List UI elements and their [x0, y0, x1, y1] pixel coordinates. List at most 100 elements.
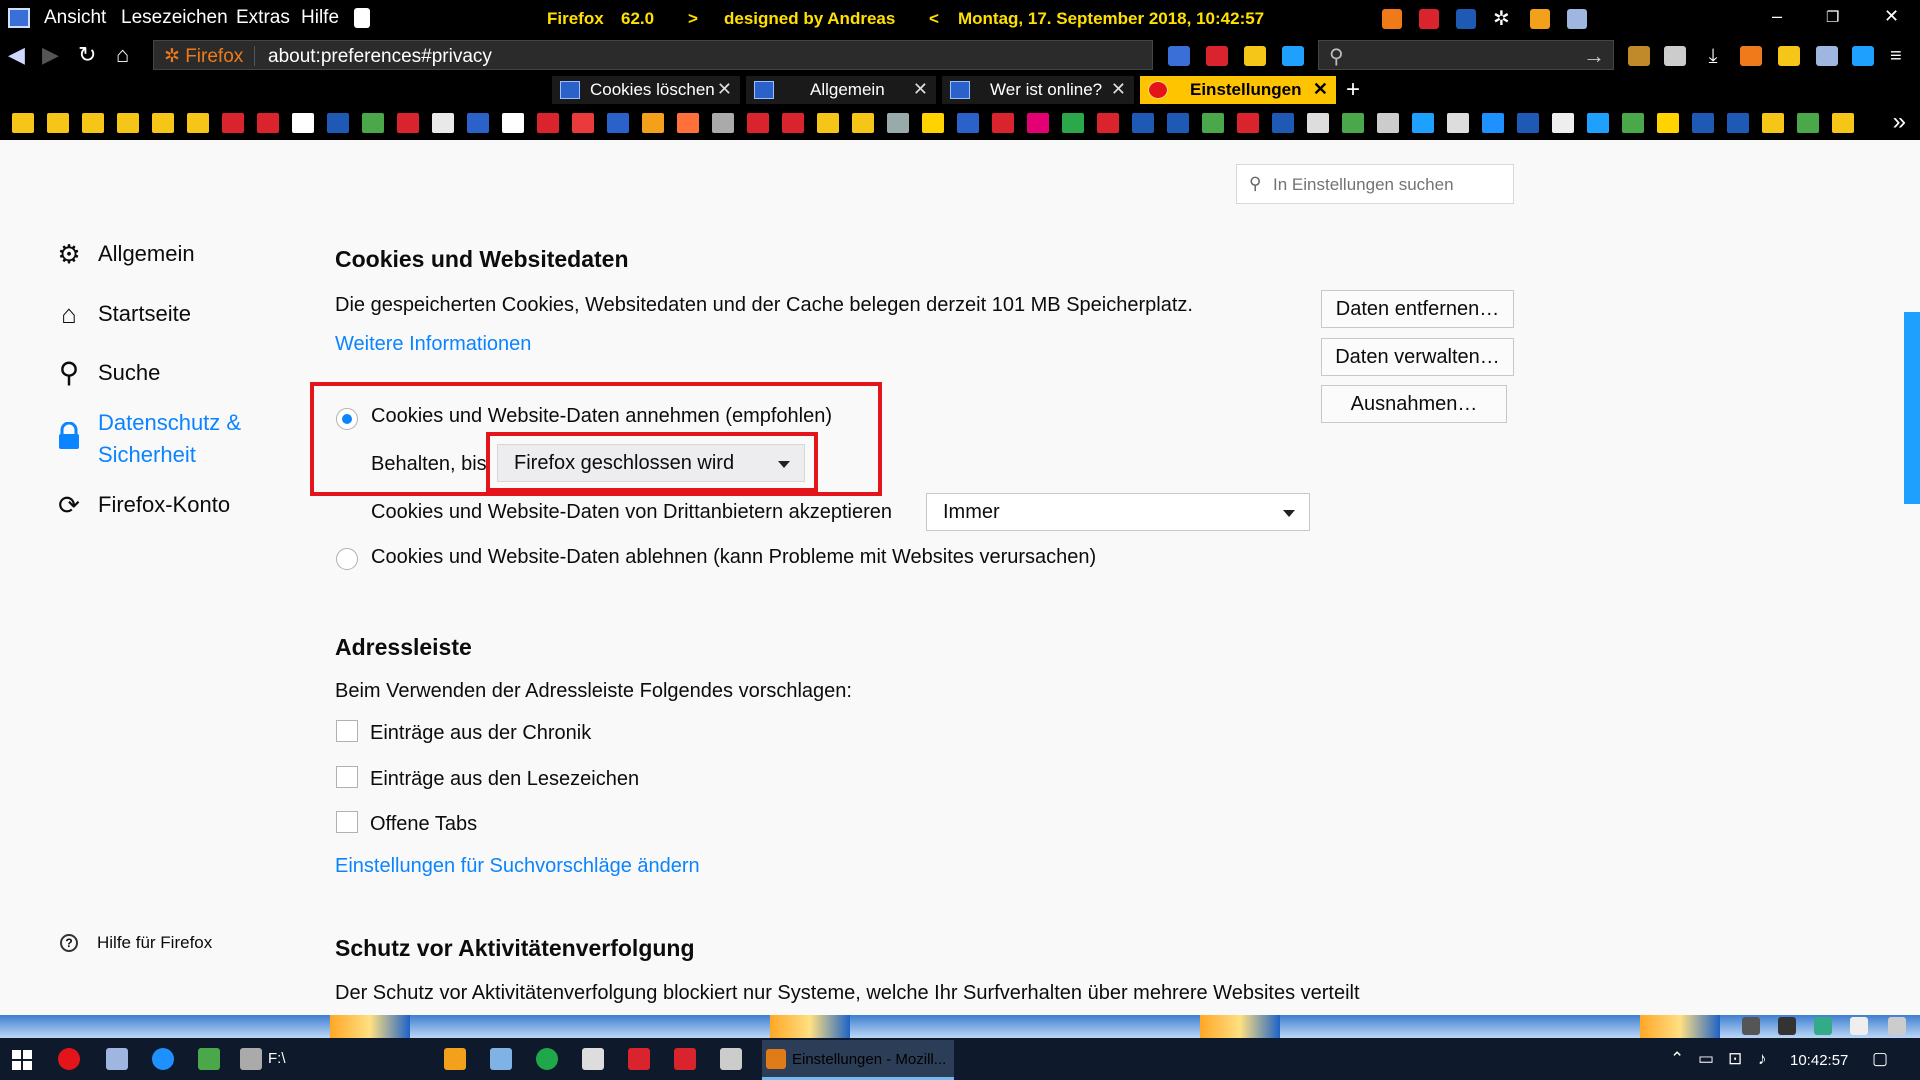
bookmark-icon[interactable] — [12, 113, 34, 133]
extension-icon[interactable] — [1382, 9, 1402, 29]
bookmark-icon[interactable] — [572, 113, 594, 133]
search-bar[interactable]: ⚲ → — [1318, 40, 1614, 70]
extension-icon[interactable] — [1567, 9, 1587, 29]
tab-wer-ist-online[interactable]: Wer ist online? ✕ — [942, 76, 1134, 104]
extension-icon[interactable] — [1742, 1017, 1760, 1035]
bookmark-icon[interactable] — [747, 113, 769, 133]
bookmark-icon[interactable] — [712, 113, 734, 133]
extension-icon[interactable] — [1168, 46, 1190, 66]
app-icon[interactable] — [106, 1048, 128, 1070]
bookmark-icon[interactable] — [1517, 113, 1539, 133]
bookmark-icon[interactable] — [1062, 113, 1084, 133]
bookmark-icon[interactable] — [82, 113, 104, 133]
history-checkbox[interactable] — [336, 720, 358, 742]
bookmark-icon[interactable] — [117, 113, 139, 133]
reject-cookies-radio[interactable] — [336, 548, 358, 570]
extension-icon[interactable] — [1456, 9, 1476, 29]
bookmark-icon[interactable] — [47, 113, 69, 133]
more-info-link[interactable]: Weitere Informationen — [335, 333, 531, 356]
folder-icon[interactable] — [1244, 46, 1266, 66]
gear-icon[interactable]: ✲ — [1493, 9, 1513, 29]
bookmark-icon[interactable] — [1832, 113, 1854, 133]
close-icon[interactable]: ✕ — [717, 79, 732, 100]
bookmark-icon[interactable] — [1552, 113, 1574, 133]
app-icon[interactable] — [628, 1048, 650, 1070]
edge-icon[interactable] — [152, 1048, 174, 1070]
bookmark-icon[interactable] — [1237, 113, 1259, 133]
bookmarks-checkbox[interactable] — [336, 766, 358, 788]
bookmark-icon[interactable] — [397, 113, 419, 133]
bookmark-icon[interactable] — [887, 113, 909, 133]
bookmark-icon[interactable] — [957, 113, 979, 133]
download-icon[interactable]: ⤓ — [1702, 46, 1724, 66]
extension-icon[interactable] — [1740, 46, 1762, 66]
bookmark-icon[interactable] — [1762, 113, 1784, 133]
bookmark-icon[interactable] — [1657, 113, 1679, 133]
search-suggestions-link[interactable]: Einstellungen für Suchvorschläge ändern — [335, 855, 700, 878]
extension-icon[interactable] — [1419, 9, 1439, 29]
bookmark-icon[interactable] — [152, 113, 174, 133]
bookmark-icon[interactable] — [1797, 113, 1819, 133]
extension-icon[interactable] — [1778, 46, 1800, 66]
extension-icon[interactable] — [1814, 1017, 1832, 1035]
battery-icon[interactable]: ▭ — [1698, 1049, 1714, 1069]
bookmark-icon[interactable] — [1482, 113, 1504, 133]
bookmark-icon[interactable] — [817, 113, 839, 133]
bookmark-icon[interactable] — [1692, 113, 1714, 133]
preferences-search-input[interactable]: ⚲ In Einstellungen suchen — [1236, 164, 1514, 204]
bookmark-icon[interactable] — [992, 113, 1014, 133]
bookmark-icon[interactable] — [1377, 113, 1399, 133]
extension-icon[interactable] — [1628, 46, 1650, 66]
clear-data-button[interactable]: Daten entfernen… — [1321, 290, 1514, 328]
extension-icon[interactable] — [1816, 46, 1838, 66]
notification-icon[interactable]: ▢ — [1872, 1049, 1888, 1069]
go-arrow-icon[interactable]: → — [1583, 43, 1605, 69]
bookmark-icon[interactable] — [1727, 113, 1749, 133]
bookmark-icon[interactable] — [222, 113, 244, 133]
mask-icon[interactable] — [1664, 46, 1686, 66]
bookmark-icon[interactable] — [257, 113, 279, 133]
taskbar-active-window[interactable]: Einstellungen - Mozill... — [762, 1040, 954, 1080]
hamburger-menu-icon[interactable]: ≡ — [1890, 46, 1912, 66]
reload-icon[interactable]: ↻ — [78, 44, 96, 66]
windows-start-icon[interactable] — [12, 1050, 32, 1070]
bookmark-icon[interactable] — [292, 113, 314, 133]
app-icon[interactable] — [490, 1048, 512, 1070]
maximize-button[interactable]: ❐ — [1826, 8, 1839, 26]
bookmark-icon[interactable] — [537, 113, 559, 133]
bookmark-icon[interactable] — [1027, 113, 1049, 133]
folder-icon[interactable] — [1282, 46, 1304, 66]
url-text[interactable]: about:preferences#privacy — [268, 46, 492, 68]
app-icon[interactable] — [582, 1048, 604, 1070]
bookmark-icon[interactable] — [1307, 113, 1329, 133]
scrollbar[interactable] — [1904, 312, 1920, 504]
extension-icon[interactable] — [1206, 46, 1228, 66]
bookmark-icon[interactable] — [677, 113, 699, 133]
bookmark-icon[interactable] — [1272, 113, 1294, 133]
identity-box[interactable]: ✲ Firefox — [164, 45, 243, 68]
extension-icon[interactable] — [1850, 1017, 1868, 1035]
third-party-select[interactable]: Immer — [926, 493, 1310, 531]
notepad-icon[interactable] — [354, 8, 370, 28]
bookmark-icon[interactable] — [502, 113, 524, 133]
bookmark-icon[interactable] — [1167, 113, 1189, 133]
bookmark-icon[interactable] — [1447, 113, 1469, 133]
volume-icon[interactable]: ♪ — [1758, 1049, 1767, 1069]
bookmark-icon[interactable] — [327, 113, 349, 133]
tab-cookies-loeschen[interactable]: Cookies löschen ✕ — [552, 76, 740, 104]
menu-ansicht[interactable]: Ansicht — [44, 7, 106, 29]
tab-allgemein[interactable]: Allgemein ✕ — [746, 76, 936, 104]
taskbar-clock[interactable]: 10:42:57 — [1790, 1052, 1848, 1069]
open-tabs-checkbox[interactable] — [336, 811, 358, 833]
menu-lesezeichen[interactable]: Lesezeichen — [121, 7, 228, 29]
menu-hilfe[interactable]: Hilfe — [301, 7, 339, 29]
extension-icon[interactable] — [1778, 1017, 1796, 1035]
bookmark-icon[interactable] — [1342, 113, 1364, 133]
app-icon[interactable] — [674, 1048, 696, 1070]
bookmark-icon[interactable] — [852, 113, 874, 133]
bookmark-icon[interactable] — [922, 113, 944, 133]
bookmark-icon[interactable] — [1587, 113, 1609, 133]
bookmark-icon[interactable] — [1622, 113, 1644, 133]
window-menu-icon[interactable] — [8, 8, 30, 28]
bookmark-icon[interactable] — [362, 113, 384, 133]
